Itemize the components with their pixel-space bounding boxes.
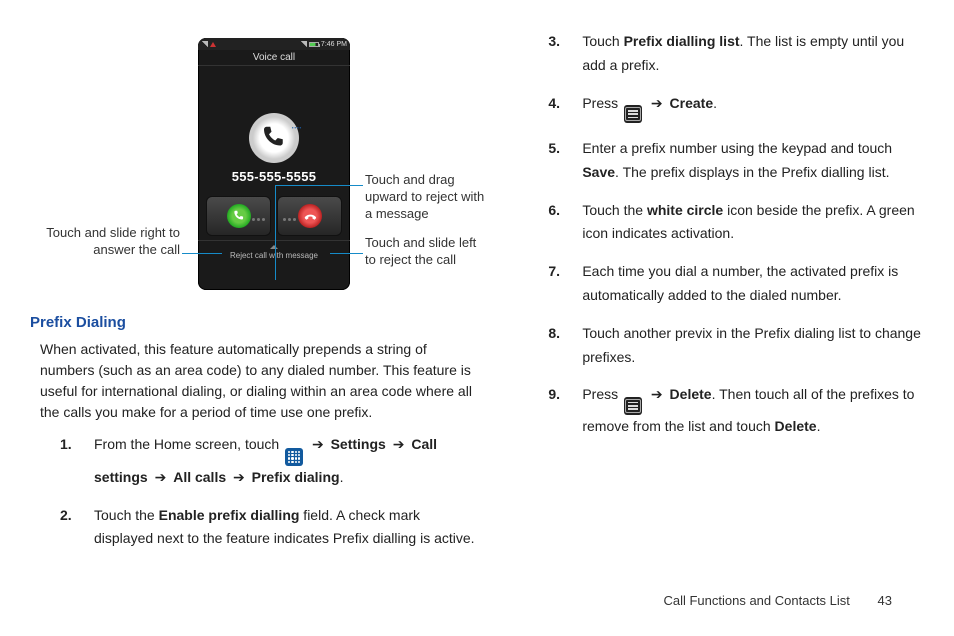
caller-avatar: ᠁ bbox=[249, 113, 299, 163]
ringing-waves-icon: ᠁ bbox=[289, 117, 301, 135]
step-6: Touch the white circle icon beside the p… bbox=[582, 199, 924, 247]
footer-section: Call Functions and Contacts List bbox=[663, 593, 849, 608]
phone-answer-icon bbox=[232, 209, 246, 223]
section-intro: When activated, this feature automatical… bbox=[40, 339, 478, 423]
step-9: Press ➔ Delete. Then touch all of the pr… bbox=[582, 383, 924, 438]
status-time: 7:46 PM bbox=[321, 41, 347, 48]
page-number: 43 bbox=[878, 593, 892, 608]
caller-number: 555-555-5555 bbox=[232, 169, 317, 184]
warning-icon bbox=[210, 42, 216, 47]
callout-reject: Touch and slide left to reject the call bbox=[365, 235, 485, 269]
menu-icon bbox=[624, 397, 642, 415]
step-1: From the Home screen, touch ➔ Settings ➔… bbox=[94, 433, 478, 490]
section-heading: Prefix Dialing bbox=[30, 314, 478, 331]
step-2: Touch the Enable prefix dialling field. … bbox=[94, 504, 478, 552]
answer-button[interactable] bbox=[206, 196, 271, 236]
handset-icon bbox=[259, 123, 289, 153]
step-3: Touch Prefix dialling list. The list is … bbox=[582, 30, 924, 78]
phone-title: Voice call bbox=[198, 50, 350, 66]
callout-drag-up: Touch and drag upward to reject with a m… bbox=[365, 172, 485, 223]
reject-with-message-bar[interactable]: Reject call with message bbox=[198, 240, 350, 260]
page-footer: Call Functions and Contacts List 43 bbox=[663, 593, 892, 608]
phone-status-bar: 7:46 PM bbox=[198, 38, 350, 50]
apps-grid-icon bbox=[285, 448, 303, 466]
step-5: Enter a prefix number using the keypad a… bbox=[582, 137, 924, 185]
reject-with-message-label: Reject call with message bbox=[230, 251, 318, 260]
battery-icon bbox=[309, 42, 319, 47]
step-8: Touch another previx in the Prefix diali… bbox=[582, 322, 924, 370]
phone-reject-icon bbox=[303, 209, 317, 223]
incoming-call-diagram: 7:46 PM Voice call ᠁ 555-555-5555 bbox=[30, 30, 478, 300]
reject-button[interactable] bbox=[277, 196, 342, 236]
chevron-up-icon bbox=[270, 245, 278, 249]
step-7: Each time you dial a number, the activat… bbox=[582, 260, 924, 308]
menu-icon bbox=[624, 105, 642, 123]
wifi-icon bbox=[300, 41, 307, 47]
step-4: Press ➔ Create. bbox=[582, 92, 924, 124]
callout-answer: Touch and slide right to answer the call bbox=[30, 225, 180, 259]
signal-icon bbox=[201, 41, 208, 47]
